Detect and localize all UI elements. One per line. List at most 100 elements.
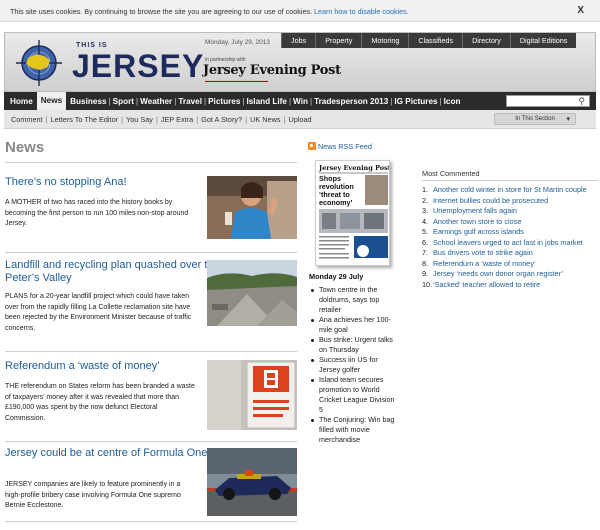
nav-icon[interactable]: Icon <box>444 97 461 106</box>
list-number: 7. <box>422 248 429 257</box>
cookie-banner: This site uses cookies. By continuing to… <box>0 0 600 22</box>
nav-business[interactable]: Business <box>66 97 106 106</box>
subnav-separator: | <box>119 115 126 124</box>
divider <box>5 441 297 442</box>
list-item[interactable]: 8. Referendum a ‘waste of money’ <box>422 259 598 270</box>
list-number: 1. <box>422 185 429 194</box>
list-item[interactable]: 6. School leavers urged to act fast in jo… <box>422 238 598 249</box>
edition-headlines-list: Town centre in the doldrums, says top re… <box>309 285 399 445</box>
list-item[interactable]: 9. Jersey ‘needs own donor organ register… <box>422 269 598 280</box>
rss-feed-label[interactable]: News RSS Feed <box>318 142 372 151</box>
most-commented-link[interactable]: Referendum a ‘waste of money’ <box>433 259 536 268</box>
nav-sport[interactable]: Sport <box>113 97 134 106</box>
search-icon[interactable]: ⚲ <box>578 97 585 106</box>
nav-weather[interactable]: Weather <box>140 97 172 106</box>
list-item[interactable]: 2. Internet bullies could be prosecuted <box>422 196 598 207</box>
sub-nav: Comment | Letters To The Editor | You Sa… <box>4 110 596 129</box>
list-item: Island team secures promotion to World C… <box>309 375 399 415</box>
story-image-referendum[interactable] <box>207 360 297 430</box>
list-item: Ana achieves her 100-mile goal <box>309 315 399 335</box>
subnav-you-say[interactable]: You Say <box>126 115 153 124</box>
list-item[interactable]: 1. Another cold winter in store for St Ma… <box>422 185 598 196</box>
nav-tradesperson-2013[interactable]: Tradesperson 2013 <box>314 97 388 106</box>
top-nav-property[interactable]: Property <box>315 33 361 48</box>
top-nav: Jobs Property Motoring Classifieds Direc… <box>281 33 577 48</box>
list-item[interactable]: 10. ‘Sacked’ teacher allowed to retire <box>422 280 598 291</box>
list-item[interactable]: 3. Unemployment falls again <box>422 206 598 217</box>
list-item: Success iin US for Jersey golfer <box>309 355 399 375</box>
top-nav-motoring[interactable]: Motoring <box>361 33 408 48</box>
list-number: 8. <box>422 258 429 268</box>
subnav-got-a-story[interactable]: Got A Story? <box>201 115 242 124</box>
story-image-runner[interactable] <box>207 176 297 239</box>
story-item: Referendum a ‘waste of money’ THE refere… <box>5 360 297 435</box>
rss-feed-link[interactable]: News RSS Feed <box>308 142 372 151</box>
divider <box>5 351 297 352</box>
subnav-separator: | <box>194 115 201 124</box>
most-commented-link[interactable]: School leavers urged to act fast in jobs… <box>433 238 583 247</box>
newspaper-front-page[interactable]: Jersey Evening Post Shops revolution ‘th… <box>315 160 390 266</box>
front-page-image <box>319 172 388 259</box>
list-item[interactable]: 7. Bus drivers vote to strike again <box>422 248 598 259</box>
most-commented-link[interactable]: Jersey ‘needs own donor organ register’ <box>433 269 563 278</box>
header-date: Monday, July 29, 2013 <box>205 39 270 46</box>
subnav-upload[interactable]: Upload <box>288 115 311 124</box>
top-nav-classifieds[interactable]: Classifieds <box>408 33 462 48</box>
most-commented-link[interactable]: Internet bullies could be prosecuted <box>433 196 548 205</box>
most-commented-list: 1. Another cold winter in store for St Ma… <box>422 185 598 290</box>
list-item: The Conjuring: Win bag filled with movie… <box>309 415 399 445</box>
divider <box>5 252 297 253</box>
subnav-letters-to-the-editor[interactable]: Letters To The Editor <box>51 115 118 124</box>
divider <box>422 180 598 181</box>
list-item[interactable]: 4. Another town store to close <box>422 217 598 228</box>
story-summary: THE referendum on States reform has been… <box>5 383 195 422</box>
nav-news[interactable]: News <box>36 92 67 110</box>
most-commented-link[interactable]: Another town store to close <box>433 217 521 226</box>
list-item: Bus strike: Urgent talks on Thursday <box>309 335 399 355</box>
list-item[interactable]: 5. Earnings gulf across islands <box>422 227 598 238</box>
list-number: 9. <box>422 269 429 278</box>
rss-icon <box>308 142 316 150</box>
site-logo[interactable]: THIS IS JERSEY <box>14 37 204 89</box>
subnav-separator: | <box>243 115 250 124</box>
cookie-text: This site uses cookies. By continuing to… <box>10 7 313 16</box>
top-nav-jobs[interactable]: Jobs <box>281 33 315 48</box>
story-summary: A MOTHER of two has raced into the histo… <box>5 199 189 227</box>
jersey-emblem-icon <box>16 40 62 86</box>
most-commented-title: Most Commented <box>422 169 480 178</box>
subnav-separator: | <box>43 115 50 124</box>
nav-travel[interactable]: Travel <box>178 97 202 106</box>
most-commented-link[interactable]: Unemployment falls again <box>433 206 517 215</box>
list-number: 10. <box>422 279 433 289</box>
story-image-formula-one[interactable] <box>207 448 297 516</box>
list-number: 6. <box>422 237 429 247</box>
edition-date: Monday 29 July <box>309 272 364 281</box>
top-nav-digital-editions[interactable]: Digital Editions <box>509 33 577 48</box>
subnav-comment[interactable]: Comment <box>11 115 43 124</box>
cookie-close-button[interactable]: X <box>577 5 584 16</box>
subnav-uk-news[interactable]: UK News <box>250 115 280 124</box>
most-commented-link[interactable]: Earnings gulf across islands <box>433 227 524 236</box>
subnav-jep-extra[interactable]: JEP Extra <box>161 115 193 124</box>
list-number: 4. <box>422 216 429 226</box>
cookie-learn-more-link[interactable]: Learn how to disable cookies. <box>314 7 409 16</box>
in-this-section-dropdown[interactable]: In This Section ▾ <box>494 113 576 125</box>
list-number: 3. <box>422 206 429 215</box>
site-header: THIS IS JERSEY Monday, July 29, 2013 in … <box>4 32 596 92</box>
story-image-landfill[interactable] <box>207 260 297 326</box>
nav-ig-pictures[interactable]: IG Pictures <box>394 97 437 106</box>
most-commented-link[interactable]: Bus drivers vote to strike again <box>433 248 533 257</box>
jep-logo-underline: ▬▬▬▬▬▬▬▬▬▬▬▬▬▬▬▬▬▬ <box>205 79 268 83</box>
nav-home[interactable]: Home <box>8 97 37 106</box>
search-input[interactable]: ⚲ <box>506 95 590 107</box>
nav-win[interactable]: Win <box>293 97 308 106</box>
top-nav-directory[interactable]: Directory <box>462 33 510 48</box>
cookie-message: This site uses cookies. By continuing to… <box>10 7 409 16</box>
most-commented-link[interactable]: ‘Sacked’ teacher allowed to retire <box>433 280 540 289</box>
story-summary: PLANS for a 20-year landfill project whi… <box>5 293 192 332</box>
jep-logo[interactable]: Jersey Evening Post <box>203 63 341 78</box>
most-commented-link[interactable]: Another cold winter in store for St Mart… <box>433 185 587 194</box>
nav-island-life[interactable]: Island Life <box>246 97 287 106</box>
story-item: Jersey could be at centre of Formula One… <box>5 447 297 519</box>
nav-pictures[interactable]: Pictures <box>208 97 240 106</box>
